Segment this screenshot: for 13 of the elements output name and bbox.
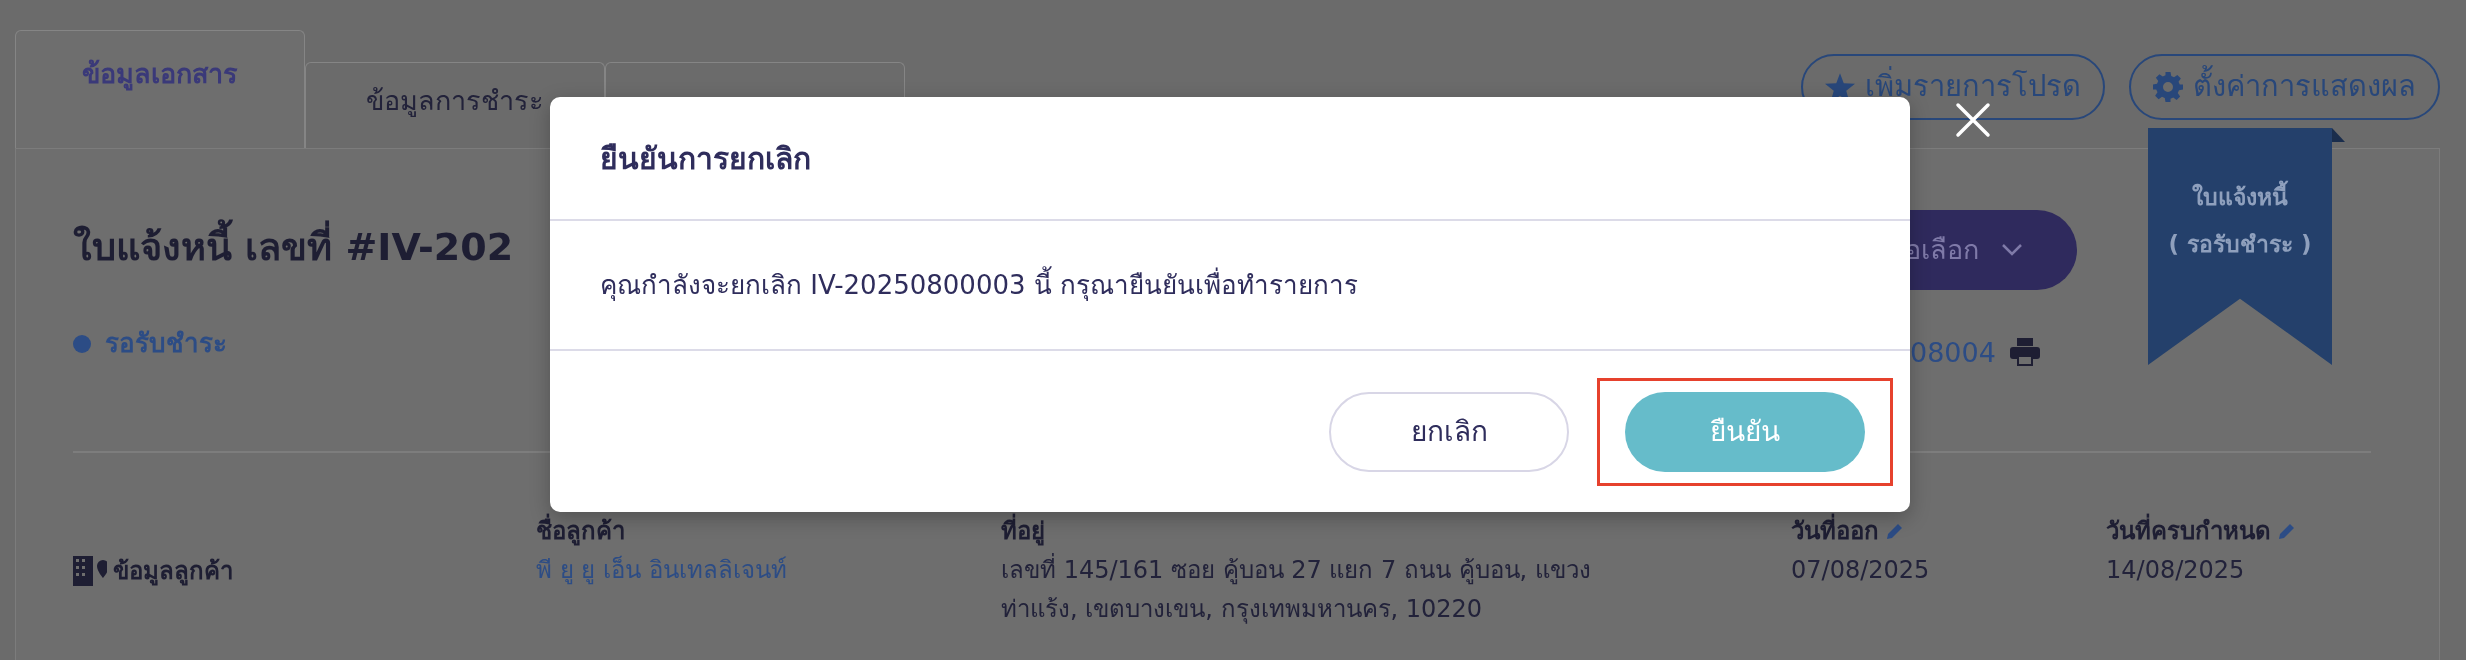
status-label: รอรับชำระ bbox=[105, 327, 227, 361]
field-value: 07/08/2025 bbox=[1791, 555, 1931, 587]
field-label: วันที่ออก bbox=[1791, 513, 1879, 550]
field-value: เลขที่ 145/161 ซอย คู้บอน 27 แยก 7 ถนน คู้บอน, แขวงท่าแร้ง, เขตบางเขน, กรุงเทพมหานคร, 10220 bbox=[1001, 551, 1611, 628]
document-title: ใบแจ้งหนี้ เลขที่ #IV-202 bbox=[73, 221, 514, 275]
section-heading: ข้อมูลลูกค้า bbox=[113, 555, 233, 588]
ribbon-title: ใบแจ้งหนี้ bbox=[2192, 180, 2288, 215]
field-label: ชื่อลูกค้า bbox=[536, 513, 625, 550]
field-label: ที่อยู่ bbox=[1001, 513, 1045, 550]
field-label: วันที่ครบกำหนด bbox=[2106, 513, 2271, 550]
field-value: 14/08/2025 bbox=[2106, 555, 2246, 587]
ribbon-status: ( รอรับชำระ ) bbox=[2168, 229, 2312, 259]
modal-message: คุณกำลังจะยกเลิก IV-20250800003 นี้ กรุณายืนยันเพื่อทำรายการ bbox=[600, 265, 1359, 305]
